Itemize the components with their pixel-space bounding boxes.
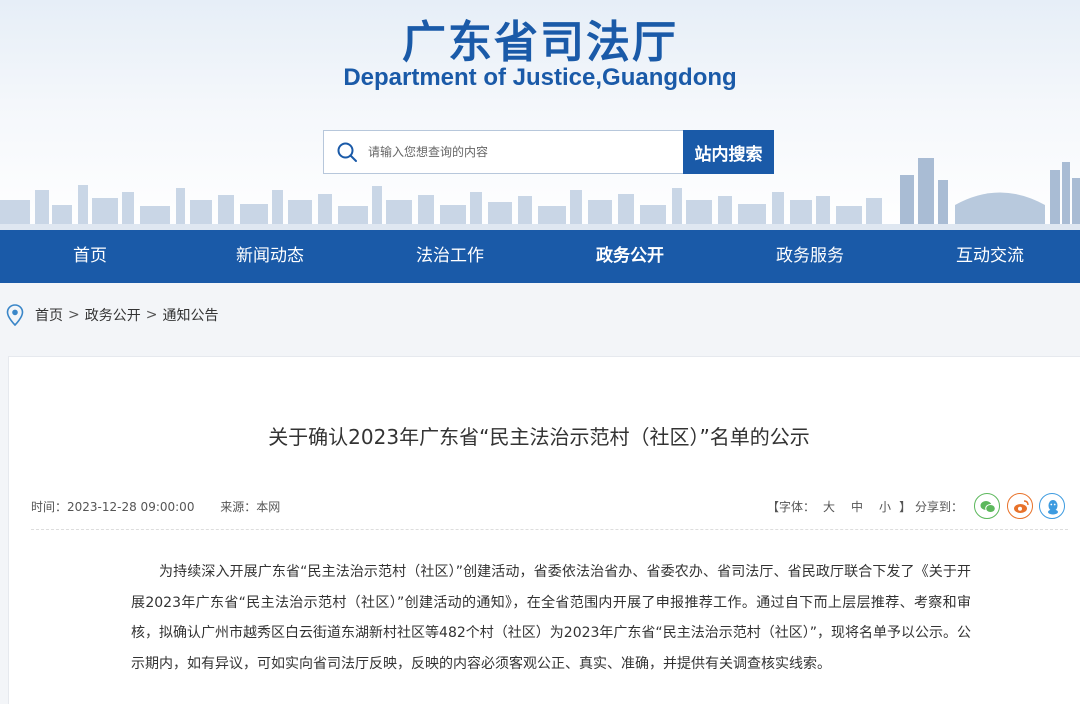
share-label: 分享到： <box>915 500 964 514</box>
article-meta: 时间：2023-12-28 09:00:00 来源：本网 <box>31 498 280 515</box>
breadcrumb-separator: > <box>145 307 158 323</box>
breadcrumb-item-gov-affairs-public[interactable]: 政务公开 <box>85 305 141 325</box>
font-size-large[interactable]: 大 <box>823 500 835 514</box>
nav-item-news[interactable]: 新闻动态 <box>180 230 360 283</box>
breadcrumb-item-home[interactable]: 首页 <box>35 305 63 325</box>
location-pin-icon <box>6 304 24 326</box>
article-title: 关于确认2023年广东省“民主法治示范村（社区）”名单的公示 <box>268 425 810 449</box>
article-source: 来源：本网 <box>220 500 281 514</box>
site-search-button[interactable]: 站内搜索 <box>683 130 774 174</box>
publish-time: 时间：2023-12-28 09:00:00 <box>31 500 195 514</box>
font-size-prefix: 【字体： <box>767 500 816 514</box>
font-size-suffix: 】 <box>899 500 912 514</box>
nav-item-gov-affairs-public[interactable]: 政务公开 <box>540 230 720 283</box>
wechat-icon[interactable] <box>974 493 1000 519</box>
weibo-icon[interactable] <box>1007 493 1033 519</box>
article-body: 为持续深入开展广东省“民主法治示范村（社区）”创建活动，省委依法治省办、省委农办… <box>131 564 971 672</box>
meta-divider <box>31 529 1068 530</box>
breadcrumb: 首页 > 政务公开 > 通知公告 <box>6 304 218 326</box>
search-input[interactable] <box>368 131 668 173</box>
nav-item-interaction[interactable]: 互动交流 <box>900 230 1080 283</box>
qq-icon[interactable] <box>1039 493 1065 519</box>
nav-item-legal-work[interactable]: 法治工作 <box>360 230 540 283</box>
search-box <box>323 130 683 174</box>
search-icon <box>337 142 357 162</box>
main-nav: 首页 新闻动态 法治工作 政务公开 政务服务 互动交流 <box>0 230 1080 283</box>
site-title-english: Department of Justice,Guangdong <box>343 64 737 91</box>
nav-item-home[interactable]: 首页 <box>0 230 180 283</box>
site-title-chinese: 广东省司法厅 <box>402 17 678 68</box>
breadcrumb-separator: > <box>68 307 80 323</box>
nav-item-gov-services[interactable]: 政务服务 <box>720 230 900 283</box>
font-size-medium[interactable]: 中 <box>851 500 863 514</box>
breadcrumb-item-notices[interactable]: 通知公告 <box>162 305 218 325</box>
font-size-small[interactable]: 小 <box>879 500 891 514</box>
article-card: 关于确认2023年广东省“民主法治示范村（社区）”名单的公示 时间：2023-1… <box>8 356 1080 704</box>
font-size-control: 【字体： 大 中 小】 <box>767 498 911 515</box>
site-header: 广东省司法厅 Department of Justice,Guangdong <box>0 0 1080 230</box>
